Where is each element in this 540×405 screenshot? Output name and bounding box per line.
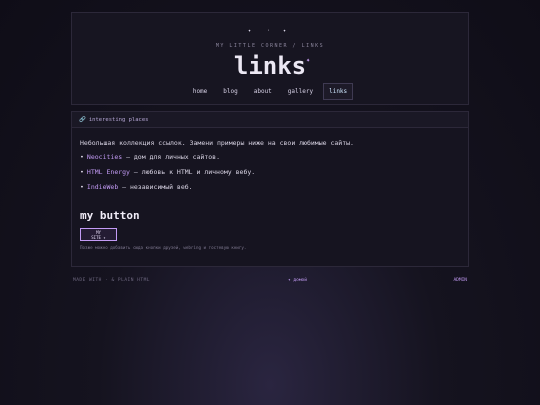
site-button-line2: SITE ✦ [91,235,106,240]
nav-home[interactable]: home [187,83,213,100]
list-item-text: — независимый веб. [118,183,193,191]
page-title: links [233,52,307,80]
sparkle-row: ✦ · ✦ [72,27,468,35]
nav-gallery[interactable]: gallery [282,83,319,100]
note-text: Позже можно добавить сюда кнопки друзей,… [80,245,247,250]
card-heading: 🔗 interesting places [72,112,468,128]
main-nav: home blog about gallery links [72,83,468,100]
list-item: • Neocities — дом для личных сайтов. [80,154,255,161]
sparkle-icon: ✦ [283,28,287,34]
nav-links[interactable]: links [323,83,354,100]
link-neocities[interactable]: Neocities [87,153,122,161]
site-button-88x31[interactable]: MY SITE ✦ [80,228,117,241]
sparkle-dot-icon: · [267,28,271,34]
list-item: • HTML Energy — любовь к HTML и личному в… [80,169,255,176]
list-item: • IndieWeb — независимый веб. [80,184,255,191]
list-item-text: — дом для личных сайтов. [122,153,220,161]
bullet: • [80,183,84,191]
link-indieweb[interactable]: IndieWeb [87,183,118,191]
links-list: • Neocities — дом для личных сайтов. • HTM… [80,154,255,199]
footer-admin-link[interactable]: ADMIN [453,278,467,283]
footer-credit: MADE WITH · & PLAIN HTML [73,278,151,283]
section-title: my button [80,209,140,222]
list-item-text: — любовь к HTML и личному вебу. [129,168,256,176]
site-header: ✦ · ✦ MY LITTLE CORNER / LINKS links ✦ h… [71,12,469,105]
intro-text: Небольшая коллекция ссылок. Замени приме… [80,139,354,147]
title-wrap: links ✦ [72,49,468,83]
page-container: ✦ · ✦ MY LITTLE CORNER / LINKS links ✦ h… [71,12,469,267]
site-footer: MADE WITH · & PLAIN HTML ✦ домой ADMIN [73,278,467,286]
nav-about[interactable]: about [248,83,278,100]
title-sparkle-icon: ✦ [306,56,311,64]
bullet: • [80,168,84,176]
footer-home-link[interactable]: ✦ домой [288,278,307,283]
link-html-energy[interactable]: HTML Energy [87,168,130,176]
sparkle-icon: ✦ [248,28,252,34]
bullet: • [80,153,84,161]
links-card: 🔗 interesting places Небольшая коллекция … [71,111,469,267]
link-icon: 🔗 [79,117,86,123]
card-heading-text: interesting places [88,117,149,123]
nav-blog[interactable]: blog [217,83,243,100]
